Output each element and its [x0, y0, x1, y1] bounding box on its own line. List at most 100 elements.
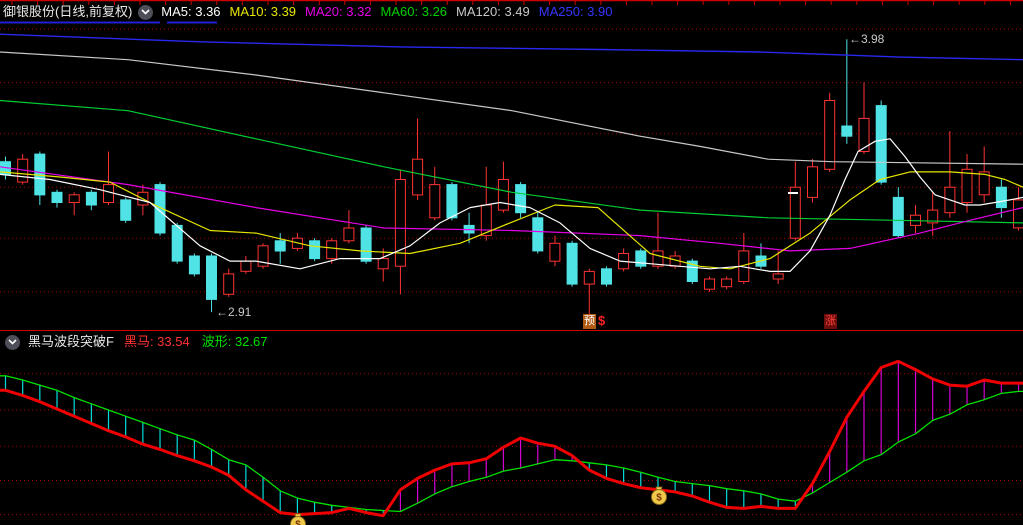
candle-body: [326, 240, 338, 260]
ma250-legend: MA250: 3.90: [538, 4, 613, 19]
candle-body: [532, 217, 544, 252]
svg-text:$: $: [656, 493, 662, 504]
candlestick[interactable]: [738, 233, 750, 285]
candlestick[interactable]: [875, 100, 887, 185]
candle-body: [343, 227, 355, 242]
indicator-value-boxing: 波形: 32.67: [201, 334, 268, 349]
candlestick[interactable]: [68, 192, 80, 216]
ma5-legend: MA5: 3.36: [161, 4, 221, 19]
chevron-down-icon: [8, 339, 17, 345]
candlestick[interactable]: [635, 248, 647, 269]
page-title: 御银股份(日线,前复权): [3, 4, 133, 19]
candlestick[interactable]: [892, 187, 904, 239]
candle-body: [721, 278, 733, 288]
candlestick[interactable]: [309, 238, 321, 262]
candlestick[interactable]: [206, 253, 217, 313]
candle-body: [1013, 199, 1023, 229]
candle-body: [68, 194, 80, 204]
candlestick[interactable]: [566, 240, 578, 287]
collapse-indicator-panel-button[interactable]: [5, 334, 20, 350]
low-price-label: ←2.91: [216, 305, 252, 319]
candle-body: [995, 186, 1007, 209]
indicator-name: 黑马波段突破F: [28, 334, 114, 349]
ma-line-MA5: [0, 138, 1023, 272]
candle-body: [892, 196, 904, 237]
candle-body: [377, 258, 389, 270]
candle-body: [635, 250, 647, 267]
ma120-legend: MA120: 3.49: [456, 4, 530, 19]
candlestick[interactable]: [343, 210, 355, 244]
candlestick[interactable]: [704, 276, 715, 292]
candlestick[interactable]: [532, 212, 544, 254]
candlestick[interactable]: [360, 225, 372, 264]
candle-body: [789, 186, 801, 239]
candle-body: [103, 184, 114, 204]
candlestick[interactable]: [652, 212, 664, 269]
candle-body: [309, 240, 321, 260]
candle-body: [429, 184, 441, 219]
candlestick[interactable]: [686, 258, 698, 285]
dollar-signal-icon[interactable]: $: [598, 314, 605, 327]
candle-body: [824, 100, 836, 170]
candlestick[interactable]: [807, 159, 818, 203]
stock-chart-app: $ $ 御银股份(日线,前复权) MA5: 3.36 MA10: 3.39 MA2…: [0, 0, 1023, 525]
candlestick[interactable]: [394, 169, 406, 295]
candle-body: [497, 179, 509, 211]
candle-body: [223, 273, 235, 295]
candle-body: [772, 273, 784, 280]
candlestick[interactable]: [824, 92, 836, 172]
candle-body: [566, 242, 578, 285]
candlestick[interactable]: [257, 243, 269, 269]
candlestick[interactable]: [944, 131, 956, 218]
candle-body: [515, 184, 527, 214]
alert-badge-yu[interactable]: 预: [583, 314, 596, 329]
candlestick[interactable]: [223, 268, 235, 297]
candlestick[interactable]: [601, 266, 612, 287]
alert-badge-zhang[interactable]: 涨: [824, 314, 837, 329]
candlestick[interactable]: [910, 205, 921, 234]
candlestick[interactable]: [789, 161, 801, 241]
candlestick[interactable]: [51, 189, 63, 208]
candlestick[interactable]: [858, 82, 870, 155]
candlestick[interactable]: [85, 189, 97, 211]
candlestick[interactable]: [515, 182, 527, 218]
ma20-legend: MA20: 3.32: [305, 4, 372, 19]
candle-body: [807, 166, 818, 198]
candlestick[interactable]: [549, 235, 561, 267]
candlestick[interactable]: [120, 197, 132, 223]
ma-line-MA120: [0, 51, 1023, 165]
ma10-legend: MA10: 3.39: [229, 4, 297, 19]
candlestick[interactable]: [497, 161, 509, 213]
candle-body: [412, 158, 424, 196]
high-price-label: ←3.98: [849, 32, 885, 46]
candlestick[interactable]: [618, 248, 630, 272]
collapse-main-panel-button[interactable]: [138, 4, 154, 20]
candlestick[interactable]: [188, 253, 200, 277]
candle-body: [961, 168, 973, 204]
candle-body: [841, 125, 853, 137]
candle-body: [549, 242, 561, 262]
chevron-down-icon: [141, 9, 150, 15]
candle-body: [858, 117, 870, 152]
candlestick[interactable]: [377, 248, 389, 282]
candle-body: [120, 199, 132, 221]
candle-body: [188, 255, 200, 275]
chart-canvas[interactable]: $$: [0, 0, 1023, 525]
candle-body: [51, 191, 63, 204]
ma60-legend: MA60: 3.26: [380, 4, 448, 19]
candle-body: [446, 184, 458, 219]
price-dash-marker: [788, 192, 798, 194]
candle-body: [875, 105, 887, 183]
indicator-line-黑马: [0, 359, 1023, 518]
candle-body: [85, 191, 97, 206]
indicator-value-heima: 黑马: 33.54: [123, 334, 190, 349]
candlestick[interactable]: [103, 151, 114, 206]
candlestick[interactable]: [429, 166, 441, 221]
candlestick[interactable]: [412, 118, 424, 200]
candle-body: [274, 240, 286, 252]
candlestick[interactable]: [240, 256, 252, 274]
main-chart-header: 御银股份(日线,前复权) MA5: 3.36 MA10: 3.39 MA20: …: [3, 3, 621, 21]
candle-body: [206, 255, 217, 300]
candle-body: [360, 227, 372, 262]
candlestick[interactable]: [721, 276, 733, 290]
